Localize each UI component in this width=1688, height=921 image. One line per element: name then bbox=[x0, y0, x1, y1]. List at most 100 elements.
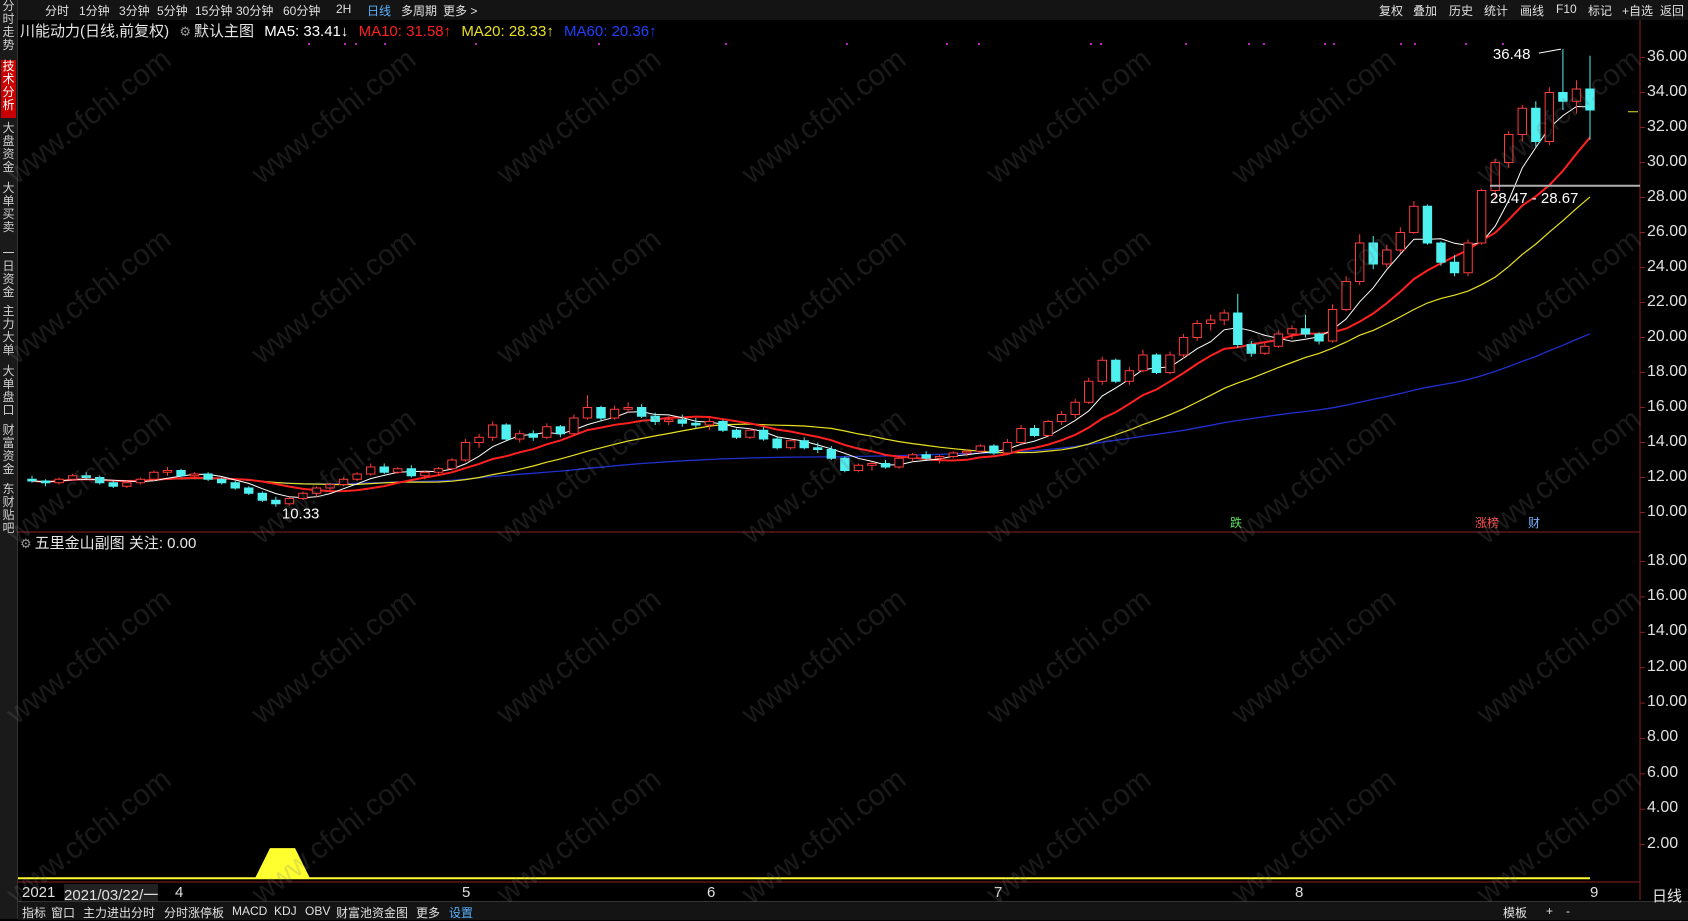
indicator-tab-4[interactable]: MACD bbox=[232, 904, 267, 918]
top-dot-12 bbox=[1185, 43, 1187, 45]
indicator-tab-9[interactable]: 设置 bbox=[449, 904, 473, 921]
candle-body-12 bbox=[189, 473, 200, 477]
candle-body-55 bbox=[772, 438, 782, 449]
candle-body-40 bbox=[569, 417, 579, 435]
candle-body-45 bbox=[636, 407, 647, 417]
candle-body-13 bbox=[203, 473, 213, 480]
ma60-line bbox=[31, 333, 1591, 485]
top-dot-17 bbox=[1400, 43, 1402, 45]
candle-body-90 bbox=[1246, 344, 1257, 354]
candle-body-5 bbox=[95, 477, 105, 484]
date-label-4: 6 bbox=[707, 884, 716, 901]
candle-body-106 bbox=[1463, 242, 1473, 274]
top-dot-14 bbox=[1263, 43, 1265, 45]
candle-body-54 bbox=[758, 429, 769, 440]
plus-button[interactable]: + bbox=[1546, 904, 1553, 918]
top-dot-10 bbox=[1090, 43, 1092, 45]
candle-body-7 bbox=[122, 482, 132, 487]
candle-body-48 bbox=[677, 419, 687, 424]
candle-body-2 bbox=[54, 478, 64, 484]
indicator-tab-0[interactable]: 指标 bbox=[22, 904, 46, 921]
y-tick-label: 28.00 bbox=[1647, 187, 1688, 205]
candle-body-39 bbox=[555, 426, 566, 435]
candle-body-53 bbox=[745, 429, 755, 438]
candle-body-58 bbox=[813, 447, 823, 450]
candle-body-74 bbox=[1029, 428, 1040, 436]
indicator-tab-7[interactable]: 财富池资金图 bbox=[336, 904, 408, 921]
candle-body-81 bbox=[1124, 370, 1135, 382]
top-dot-16 bbox=[1333, 43, 1335, 45]
subchart-signal-shape bbox=[255, 848, 310, 879]
date-label-3: 5 bbox=[462, 884, 471, 901]
candle-body-25 bbox=[365, 466, 376, 475]
candle-body-80 bbox=[1111, 359, 1121, 382]
top-dot-18 bbox=[1414, 43, 1416, 45]
candle-body-104 bbox=[1436, 242, 1446, 263]
candle-body-100 bbox=[1382, 249, 1392, 265]
top-dot-3 bbox=[384, 43, 386, 45]
minus-button[interactable]: - bbox=[1566, 904, 1570, 918]
date-label-0: 2021 bbox=[22, 884, 56, 901]
y-tick-label: 16.00 bbox=[1647, 397, 1688, 415]
top-dot-9 bbox=[978, 43, 980, 45]
candle-body-52 bbox=[731, 429, 742, 438]
indicator-tab-3[interactable]: 分时涨停板 bbox=[164, 904, 224, 921]
date-label-2: 4 bbox=[175, 884, 184, 901]
candle-body-92 bbox=[1273, 333, 1284, 347]
candle-body-98 bbox=[1354, 242, 1365, 282]
high-price-label: 36.48 bbox=[1493, 46, 1531, 63]
indicator-tab-2[interactable]: 主力进出分时 bbox=[83, 904, 155, 921]
date-label-7: 9 bbox=[1590, 884, 1599, 901]
candle-body-28 bbox=[406, 468, 417, 477]
candle-body-33 bbox=[474, 436, 484, 443]
y-tick-label: 10.00 bbox=[1647, 502, 1688, 520]
y-tick-label: 12.00 bbox=[1647, 467, 1688, 485]
candle-body-14 bbox=[216, 478, 227, 484]
candle-body-16 bbox=[244, 487, 254, 494]
high-price-arrow bbox=[1538, 48, 1561, 54]
indicator-tab-8[interactable]: 更多 bbox=[416, 904, 440, 921]
top-dot-0 bbox=[308, 43, 310, 45]
candle-body-115 bbox=[1585, 88, 1595, 111]
indicator-tab-5[interactable]: KDJ bbox=[274, 904, 297, 918]
candle-body-34 bbox=[487, 424, 498, 438]
candle-body-42 bbox=[596, 407, 606, 419]
template-button[interactable]: 模板 bbox=[1503, 904, 1527, 921]
sub-y-tick-label: 14.00 bbox=[1647, 622, 1688, 640]
top-dot-7 bbox=[846, 43, 848, 45]
candle-body-6 bbox=[108, 482, 118, 487]
candle-body-41 bbox=[582, 407, 593, 419]
candle-body-77 bbox=[1070, 401, 1080, 415]
candle-body-47 bbox=[664, 419, 674, 422]
y-tick-label: 26.00 bbox=[1647, 222, 1688, 240]
candle-body-99 bbox=[1368, 242, 1378, 265]
sub-y-tick-label: 18.00 bbox=[1647, 551, 1688, 569]
candle-body-35 bbox=[501, 424, 511, 440]
candle-body-91 bbox=[1260, 345, 1270, 354]
candle-body-18 bbox=[271, 499, 281, 505]
event-marker-1: 涨榜 bbox=[1475, 515, 1499, 530]
candle-body-21 bbox=[311, 487, 322, 494]
candle-body-27 bbox=[393, 468, 403, 473]
candle-body-111 bbox=[1531, 107, 1541, 142]
candle-body-71 bbox=[989, 445, 999, 454]
candle-body-60 bbox=[840, 457, 850, 471]
candle-body-112 bbox=[1544, 92, 1555, 142]
candle-body-95 bbox=[1314, 333, 1324, 342]
candle-body-36 bbox=[515, 433, 525, 440]
candle-body-57 bbox=[799, 440, 809, 449]
candle-body-38 bbox=[542, 426, 552, 438]
candle-body-114 bbox=[1571, 88, 1582, 102]
date-label-5: 7 bbox=[994, 884, 1003, 901]
top-dot-1 bbox=[344, 43, 346, 45]
candle-body-73 bbox=[1016, 428, 1026, 443]
candle-body-102 bbox=[1409, 205, 1419, 233]
indicator-tab-1[interactable]: 窗口 bbox=[51, 904, 75, 921]
candle-body-56 bbox=[785, 440, 796, 449]
candle-body-59 bbox=[826, 449, 837, 459]
price-chart[interactable]: 36.48 10.33 28.47 - 28.67 跌 涨榜 财 bbox=[0, 0, 1688, 919]
candle-body-66 bbox=[921, 454, 931, 459]
ma20-line bbox=[31, 196, 1591, 486]
candle-body-37 bbox=[528, 433, 538, 438]
indicator-tab-6[interactable]: OBV bbox=[305, 904, 330, 918]
